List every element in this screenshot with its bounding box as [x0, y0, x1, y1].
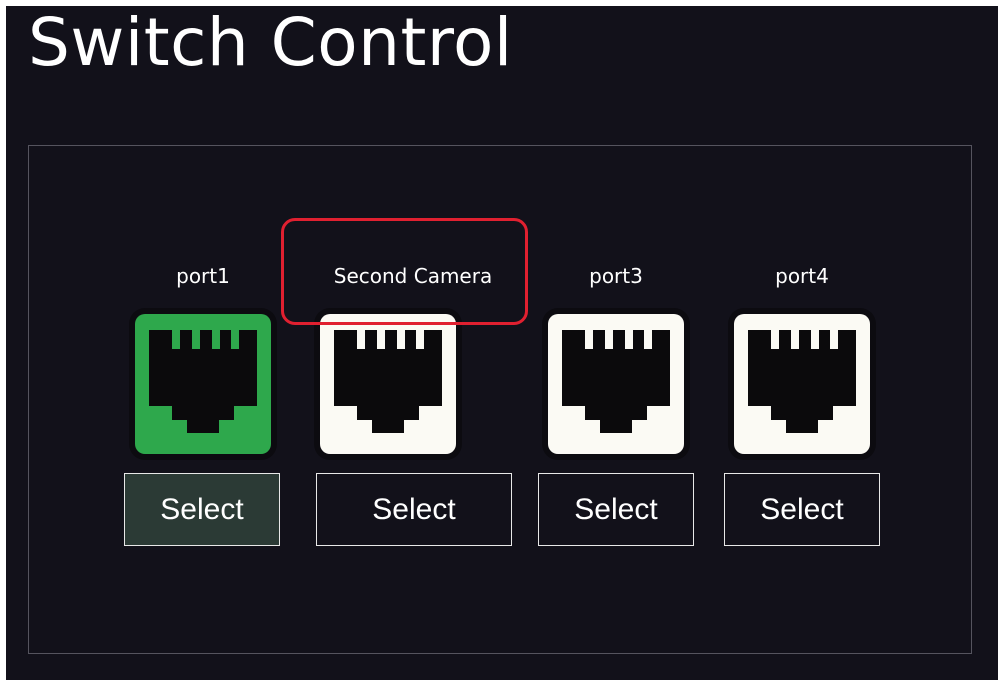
port-4-select-button[interactable]: Select: [724, 473, 880, 546]
port-3-select-button[interactable]: Select: [538, 473, 694, 546]
port-4: port4 Select: [724, 146, 880, 653]
port-2-select-button[interactable]: Select: [316, 473, 512, 546]
ethernet-port-icon[interactable]: [542, 308, 690, 460]
port-1-select-button[interactable]: Select: [124, 473, 280, 546]
port-1-label: port1: [176, 264, 230, 288]
highlight-box: [281, 218, 528, 325]
ethernet-port-icon[interactable]: [129, 308, 277, 460]
ethernet-port-icon[interactable]: [314, 308, 462, 460]
ethernet-port-icon[interactable]: [728, 308, 876, 460]
port-3-label: port3: [589, 264, 643, 288]
port-3: port3 Select: [538, 146, 694, 653]
port-4-label: port4: [775, 264, 829, 288]
port-1: port1 Select: [124, 146, 280, 653]
page-title: Switch Control: [28, 6, 513, 81]
switch-control-window: Switch Control port1 Select Second Camer…: [6, 6, 998, 680]
